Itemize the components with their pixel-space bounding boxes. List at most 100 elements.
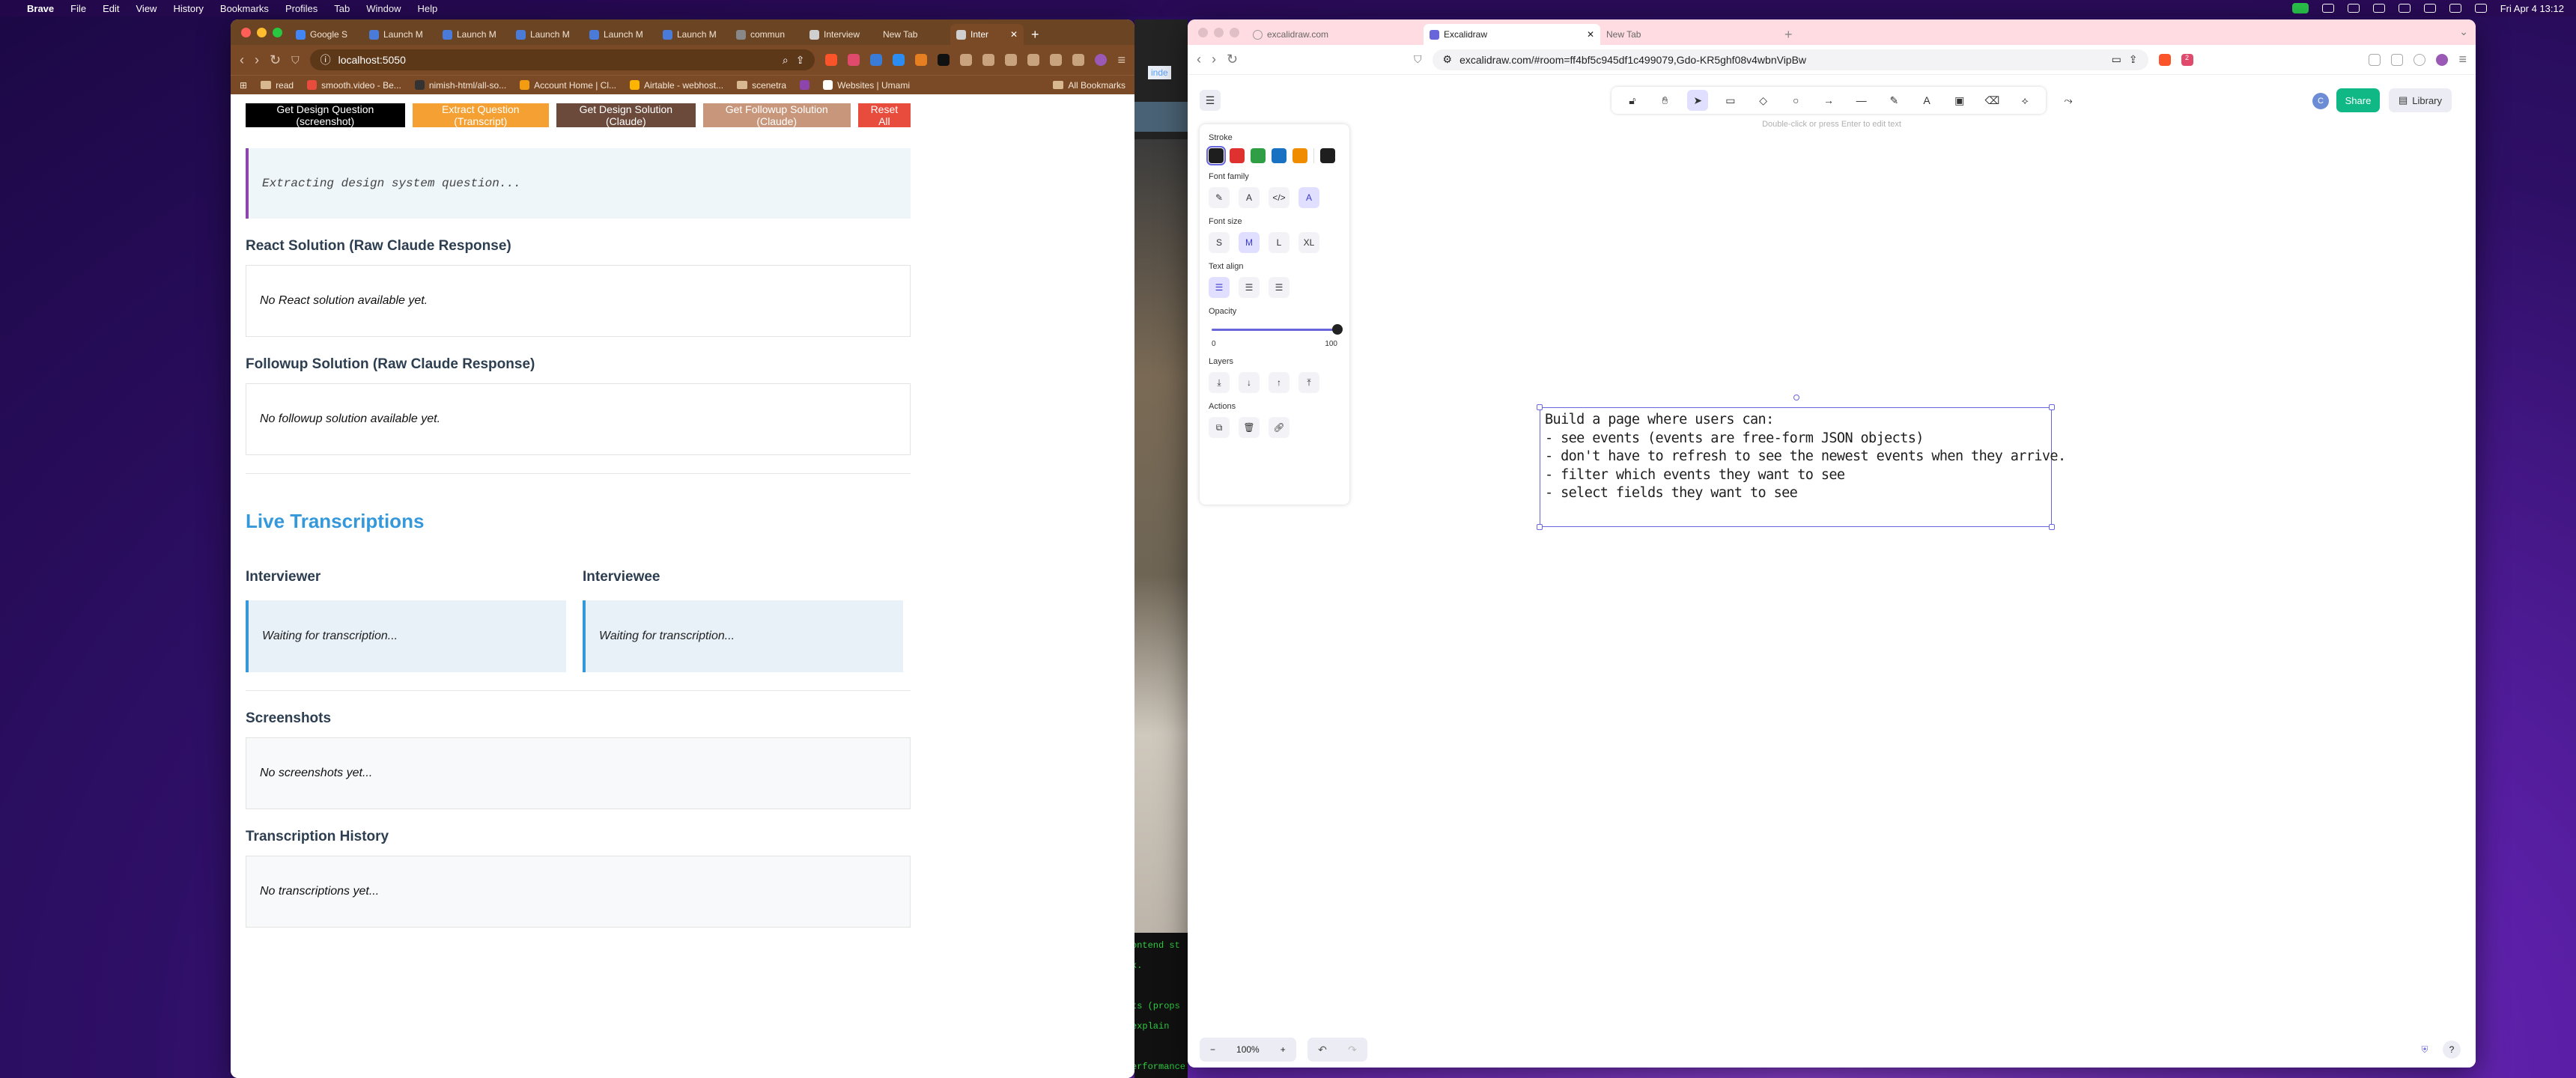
status-icon[interactable] [2372, 4, 2385, 13]
menu-profiles[interactable]: Profiles [285, 3, 318, 14]
bookmark-item[interactable]: scenetra [737, 80, 786, 91]
extension-icon[interactable] [982, 54, 995, 66]
menu-app-name[interactable]: Brave [27, 3, 54, 14]
bookmark-item[interactable]: Airtable - webhost... [630, 80, 723, 91]
share-icon[interactable]: ⇪ [2129, 53, 2138, 66]
minimize-window-button[interactable] [1214, 27, 1224, 37]
zoom-icon[interactable]: ⌕ [783, 54, 789, 67]
menu-view[interactable]: View [136, 3, 157, 14]
line-tool-icon[interactable]: — [1851, 90, 1872, 111]
selected-text-element[interactable]: Build a page where users can: - see even… [1537, 395, 2066, 530]
address-bar[interactable]: ⚙ excalidraw.com/#room=ff4bf5c945df1c499… [1432, 49, 2148, 70]
stroke-color-black[interactable] [1206, 146, 1226, 165]
background-window[interactable]: inde ontend st k. ts (props explain erfo… [1134, 19, 1188, 1078]
lock-tool-icon[interactable]: 🔓︎ [1622, 90, 1643, 111]
share-button[interactable]: Share [2336, 88, 2380, 112]
link-icon[interactable]: 🔗︎ [1269, 417, 1289, 438]
resize-handle[interactable] [2049, 404, 2055, 410]
reset-all-button[interactable]: Reset All [857, 103, 911, 127]
stroke-color-red[interactable] [1230, 148, 1245, 163]
all-bookmarks[interactable]: All Bookmarks [1053, 80, 1126, 91]
zoom-out-button[interactable]: − [1200, 1044, 1226, 1055]
diamond-tool-icon[interactable]: ◇ [1753, 90, 1774, 111]
bluetooth-icon[interactable] [2398, 4, 2411, 13]
menu-bookmarks[interactable]: Bookmarks [220, 3, 269, 14]
forward-icon[interactable]: › [1212, 52, 1216, 67]
encryption-shield-icon[interactable]: ⛨ [2416, 1041, 2434, 1059]
bookmark-item[interactable]: Account Home | Cl... [520, 80, 616, 91]
stroke-color-green[interactable] [1251, 148, 1266, 163]
font-normal-icon[interactable]: A [1239, 187, 1260, 208]
apps-icon[interactable]: ⊞ [240, 80, 247, 91]
control-center-icon[interactable] [2474, 4, 2487, 13]
profile-icon[interactable] [2436, 53, 2449, 66]
align-center-icon[interactable]: ☰ [1239, 277, 1260, 298]
image-tool-icon[interactable]: ▣ [1949, 90, 1970, 111]
bookmark-icon[interactable]: ⛉ [291, 54, 300, 67]
tab-search-icon[interactable]: ⌄ [2459, 25, 2468, 38]
eraser-tool-icon[interactable]: ⌫ [1981, 90, 2002, 111]
excalidraw-canvas[interactable]: ☰ 🔓︎ ✋︎ ➤ ▭ ◇ ○ → — ✎ A ▣ ⌫ ⟡ ⤳ Double-c… [1188, 75, 2476, 1068]
bookmark-item[interactable]: Websites | Umami [823, 80, 910, 91]
browser-tab-active[interactable]: Excalidraw ✕ [1424, 24, 1600, 45]
bookmark-item[interactable] [800, 80, 810, 90]
menu-tab[interactable]: Tab [334, 3, 350, 14]
close-window-button[interactable] [241, 27, 251, 37]
wallet-icon[interactable] [2391, 53, 2404, 66]
stroke-color-orange[interactable] [1292, 148, 1307, 163]
current-stroke-color[interactable] [1320, 148, 1335, 163]
bring-forward-icon[interactable]: ↑ [1269, 372, 1289, 393]
font-picker-icon[interactable]: A [1298, 187, 1319, 208]
back-icon[interactable]: ‹ [240, 52, 244, 68]
reload-icon[interactable]: ↻ [270, 52, 281, 68]
bring-to-front-icon[interactable]: ⤒ [1298, 372, 1319, 393]
extension-icon[interactable] [915, 54, 928, 66]
draw-tool-icon[interactable]: ✎ [1883, 90, 1904, 111]
menu-icon[interactable]: ≡ [2458, 52, 2467, 67]
laser-pointer-icon[interactable]: ⤳ [2058, 90, 2079, 111]
notion-icon[interactable] [938, 54, 950, 66]
status-icon[interactable] [2321, 4, 2334, 13]
sidebar-icon[interactable] [2369, 53, 2381, 66]
browser-tab[interactable]: Launch M [583, 24, 657, 45]
arrow-tool-icon[interactable]: → [1818, 90, 1839, 111]
back-icon[interactable]: ‹ [1197, 52, 1201, 67]
browser-tab[interactable]: Google S [290, 24, 363, 45]
wifi-icon[interactable] [2449, 4, 2461, 13]
slider-knob[interactable] [1332, 324, 1343, 335]
send-backward-icon[interactable]: ↓ [1239, 372, 1260, 393]
font-size-s[interactable]: S [1209, 232, 1230, 253]
new-tab-button[interactable]: + [1777, 24, 1800, 45]
close-tab-icon[interactable]: ✕ [1587, 29, 1594, 40]
close-window-button[interactable] [1198, 27, 1208, 37]
browser-tab[interactable]: Launch M [657, 24, 730, 45]
get-design-solution-button[interactable]: Get Design Solution (Claude) [556, 103, 696, 127]
more-tools-icon[interactable]: ⟡ [2014, 90, 2035, 111]
menu-window[interactable]: Window [366, 3, 401, 14]
brave-shields-icon[interactable] [825, 54, 838, 66]
rotation-handle[interactable] [1793, 395, 1799, 401]
browser-tab[interactable]: Interview [804, 24, 877, 45]
font-size-xl[interactable]: XL [1298, 232, 1319, 253]
get-followup-solution-button[interactable]: Get Followup Solution (Claude) [702, 103, 851, 127]
rectangle-tool-icon[interactable]: ▭ [1720, 90, 1741, 111]
maximize-window-button[interactable] [273, 27, 282, 37]
browser-tab[interactable]: excalidraw.com [1247, 24, 1424, 45]
zoom-in-button[interactable]: + [1270, 1044, 1296, 1055]
address-bar[interactable]: ⓘ localhost:5050 ⌕ ⇪ [309, 49, 815, 70]
menu-file[interactable]: File [70, 3, 86, 14]
extension-icon[interactable] [1005, 54, 1018, 66]
extension-icon[interactable] [1050, 54, 1063, 66]
profile-icon[interactable] [1095, 54, 1108, 66]
battery-icon[interactable] [2423, 4, 2436, 13]
share-icon[interactable]: ⇪ [796, 54, 805, 67]
hand-tool-icon[interactable]: ✋︎ [1655, 90, 1676, 111]
library-button[interactable]: ▤ Library [2389, 88, 2452, 112]
bookmark-item[interactable]: read [261, 80, 294, 91]
menu-history[interactable]: History [173, 3, 203, 14]
forward-icon[interactable]: › [255, 52, 259, 68]
resize-handle[interactable] [1537, 404, 1543, 410]
opacity-slider[interactable] [1212, 322, 1343, 337]
collaborator-avatar[interactable]: C [2312, 93, 2329, 109]
text-tool-icon[interactable]: A [1916, 90, 1937, 111]
